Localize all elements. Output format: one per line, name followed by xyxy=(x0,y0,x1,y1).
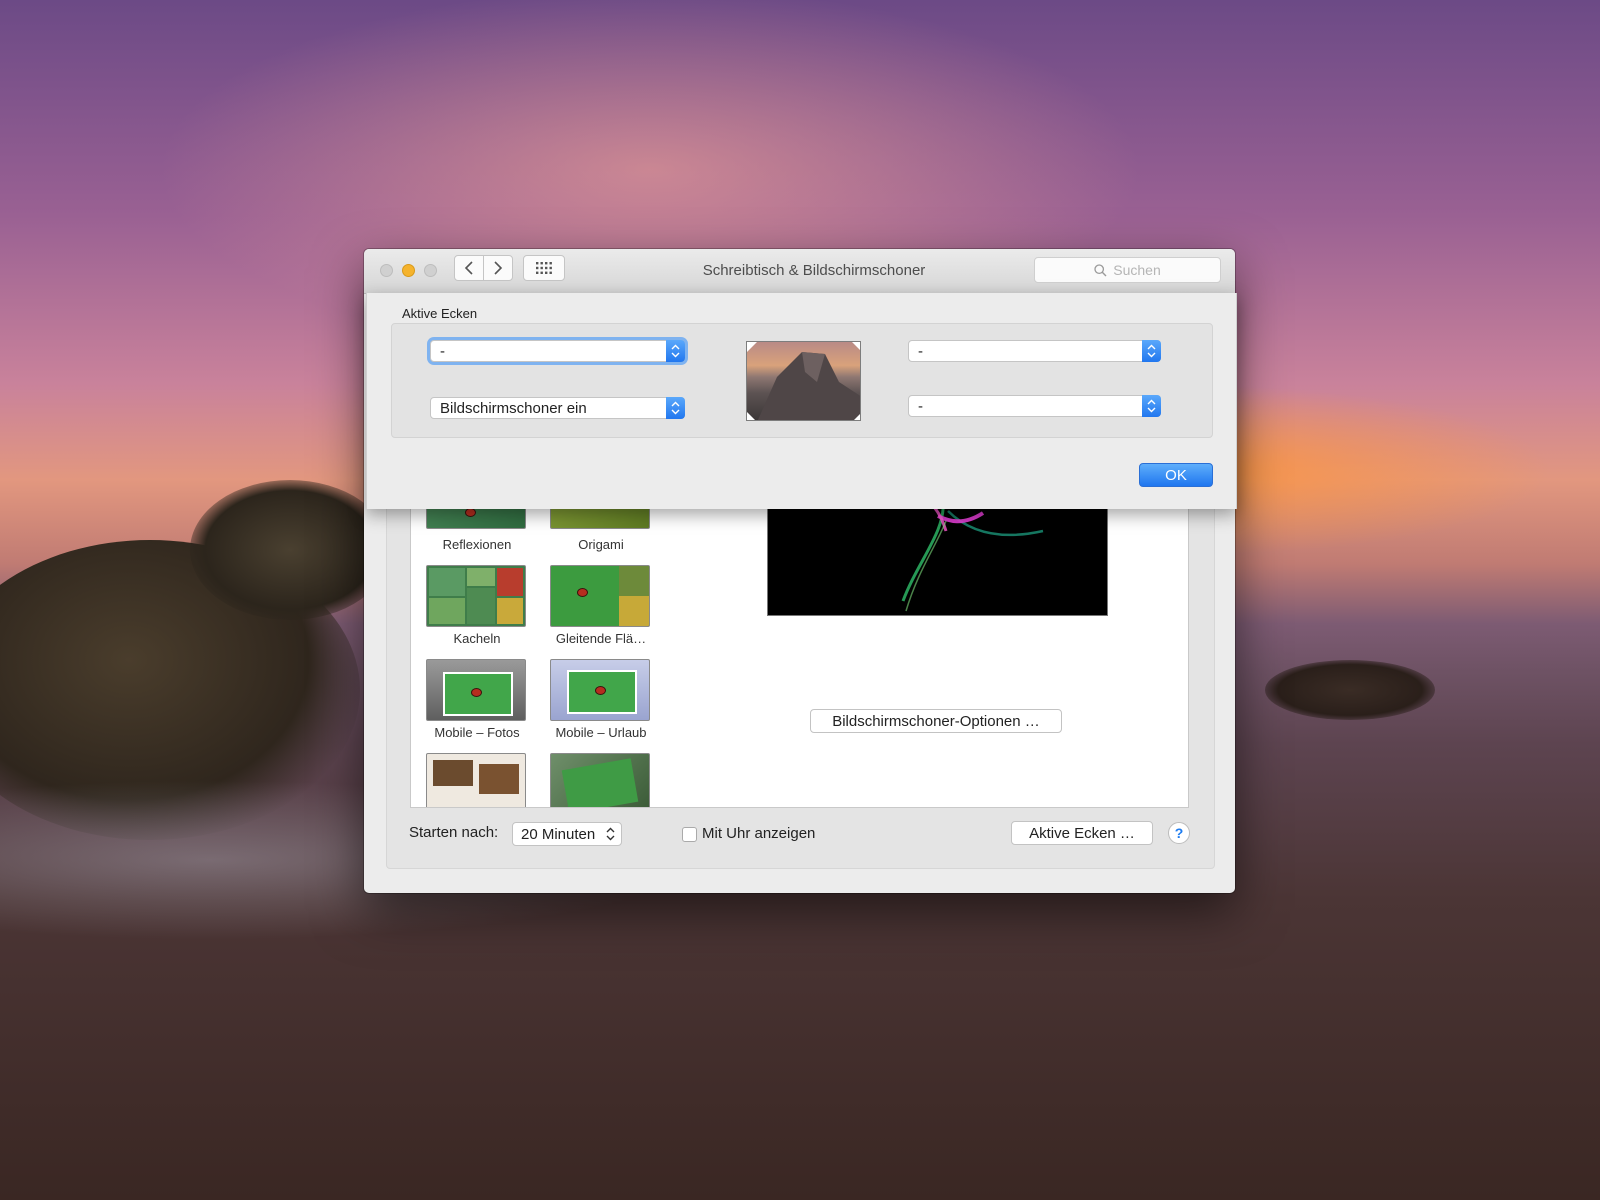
ladybug-icon xyxy=(577,588,588,597)
tile-cell xyxy=(497,598,523,624)
tile-cell xyxy=(429,568,465,596)
ladybug-icon xyxy=(465,508,476,517)
bottom-left-corner-popup[interactable]: Bildschirmschoner ein xyxy=(430,397,685,419)
top-right-corner-value: - xyxy=(918,342,923,360)
screensaver-label: Reflexionen xyxy=(442,537,512,552)
tile-cell xyxy=(497,568,523,596)
screensaver-tile-bottom-left[interactable] xyxy=(426,753,526,807)
mountain-graphic xyxy=(747,342,860,420)
screensaver-label: Gleitende Flä… xyxy=(555,631,647,646)
screensaver-tile-mobile-urlaub[interactable] xyxy=(550,659,650,721)
screensaver-tile-gleitende[interactable] xyxy=(550,565,650,627)
stepper-arrows-icon xyxy=(606,827,615,841)
photo-frame xyxy=(433,760,473,786)
aurora-graphic xyxy=(901,499,1044,612)
bottom-left-corner-value: Bildschirmschoner ein xyxy=(440,399,587,417)
show-clock-label: Mit Uhr anzeigen xyxy=(702,825,816,842)
top-left-corner-popup[interactable]: - xyxy=(430,340,685,362)
start-after-label: Starten nach: xyxy=(409,824,499,841)
show-clock-checkbox[interactable] xyxy=(682,827,697,842)
popup-arrows-icon xyxy=(1142,395,1161,417)
popup-arrows-icon xyxy=(666,340,685,362)
chevron-right-icon xyxy=(494,261,503,275)
screensaver-options-button[interactable]: Bildschirmschoner-Optionen … xyxy=(810,709,1062,733)
screensaver-tile-kacheln[interactable] xyxy=(426,565,526,627)
photo-frame xyxy=(479,764,519,794)
ok-button[interactable]: OK xyxy=(1139,463,1213,487)
rock-left-top xyxy=(190,480,390,620)
tile-cell xyxy=(619,596,649,626)
bottom-right-corner-value: - xyxy=(918,397,923,415)
search-placeholder: Suchen xyxy=(1113,262,1161,278)
close-button[interactable] xyxy=(380,264,393,277)
popup-arrows-icon xyxy=(1142,340,1161,362)
screensaver-label: Kacheln xyxy=(453,631,501,646)
show-all-button[interactable] xyxy=(523,255,565,281)
ladybug-icon xyxy=(595,686,606,695)
search-icon xyxy=(1094,263,1107,276)
search-field[interactable]: Suchen xyxy=(1034,257,1221,283)
corner-preview-image xyxy=(746,341,861,421)
rock-right xyxy=(1265,660,1435,720)
minimize-button[interactable] xyxy=(402,264,415,277)
top-right-corner-popup[interactable]: - xyxy=(908,340,1161,362)
sheet-title: Aktive Ecken xyxy=(402,306,478,321)
zoom-button[interactable] xyxy=(424,264,437,277)
screensaver-tile-mobile-fotos[interactable] xyxy=(426,659,526,721)
tile-cell xyxy=(619,566,649,596)
forward-button[interactable] xyxy=(483,255,513,281)
tile-cell xyxy=(467,588,495,624)
tile-cell xyxy=(429,598,465,624)
hot-corners-button[interactable]: Aktive Ecken … xyxy=(1011,821,1153,845)
popup-arrows-icon xyxy=(666,397,685,419)
screensaver-preview xyxy=(767,499,1108,616)
screensaver-list[interactable]: Reflexionen Origami Kacheln Gleitende Fl… xyxy=(410,499,678,808)
grid-icon xyxy=(536,262,552,274)
screensaver-tile-bottom-right[interactable] xyxy=(550,753,650,807)
titlebar: Schreibtisch & Bildschirmschoner Suchen xyxy=(364,249,1235,294)
photo-frame xyxy=(561,758,639,807)
chevron-left-icon xyxy=(464,261,473,275)
screensaver-label: Origami xyxy=(578,537,624,552)
start-after-select[interactable]: 20 Minuten xyxy=(512,822,622,846)
top-left-corner-value: - xyxy=(440,342,445,360)
screensaver-label: Mobile – Fotos xyxy=(434,725,520,740)
screensaver-label: Mobile – Urlaub xyxy=(555,725,647,740)
window-title: Schreibtisch & Bildschirmschoner xyxy=(702,262,926,279)
ladybug-icon xyxy=(471,688,482,697)
hot-corners-sheet: Aktive Ecken - Bildschirmschoner ein - - xyxy=(366,293,1237,509)
help-button[interactable]: ? xyxy=(1168,822,1190,844)
tile-cell xyxy=(467,568,495,586)
back-button[interactable] xyxy=(454,255,484,281)
bottom-right-corner-popup[interactable]: - xyxy=(908,395,1161,417)
start-after-value: 20 Minuten xyxy=(521,825,596,843)
